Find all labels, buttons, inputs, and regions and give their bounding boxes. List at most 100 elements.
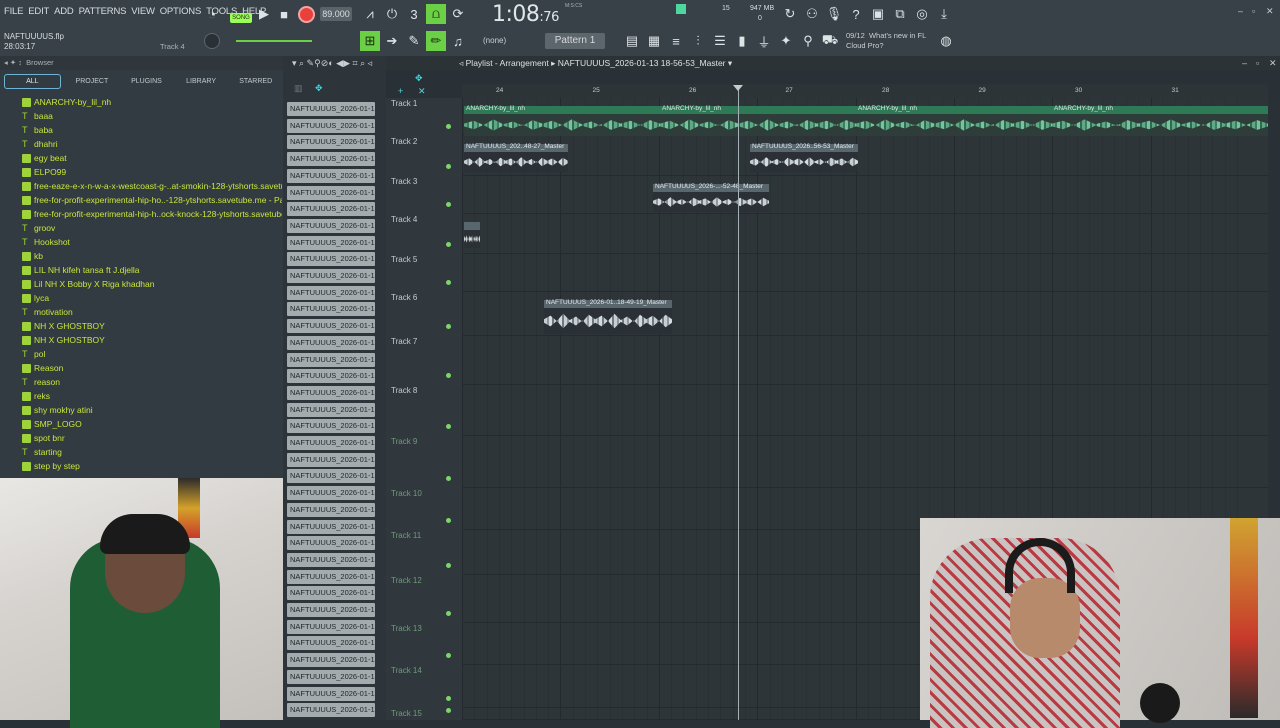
- plug-icon[interactable]: ⏚: [754, 31, 774, 51]
- audio-clip[interactable]: NAFTUUUUS_2026-...-52-48_Master: [653, 183, 769, 212]
- track-label[interactable]: Track 12: [391, 576, 422, 585]
- tab-plugins[interactable]: PLUGINS: [119, 78, 174, 85]
- menu-file[interactable]: FILE: [4, 6, 23, 17]
- channel-button[interactable]: NAFTUUUUS_2026-01-13...: [287, 102, 375, 116]
- loop-record-icon[interactable]: ⟳: [448, 4, 468, 24]
- track-label[interactable]: Track 14: [391, 666, 422, 675]
- browser-item[interactable]: LIL NH kifeh tansa ft J.djella: [22, 263, 282, 277]
- track-mute-led[interactable]: [446, 518, 451, 523]
- track-mute-led[interactable]: [446, 696, 451, 701]
- channel-button[interactable]: NAFTUUUUS_2026-01-13...: [287, 118, 375, 133]
- audio-clip[interactable]: NAFTUUUUS_202..48-27_Master: [464, 143, 568, 172]
- browser-item[interactable]: spot bnr: [22, 431, 282, 445]
- channel-button[interactable]: NAFTUUUUS_2026-01-13...: [287, 252, 375, 267]
- pencil-icon[interactable]: ✏: [426, 31, 446, 51]
- channel-button[interactable]: NAFTUUUUS_2026-01-13...: [287, 486, 375, 501]
- master-volume-slider[interactable]: [236, 40, 312, 42]
- channel-button[interactable]: NAFTUUUUS_2026-01-13...: [287, 402, 375, 417]
- link-icon[interactable]: ⚲: [798, 31, 818, 51]
- track-mute-led[interactable]: [446, 280, 451, 285]
- stop-icon[interactable]: ■: [274, 4, 294, 24]
- track-label[interactable]: Track 3: [391, 177, 417, 186]
- track-mute-led[interactable]: [446, 124, 451, 129]
- channel-button[interactable]: NAFTUUUUS_2026-01-13...: [287, 269, 375, 283]
- arrow-right-icon[interactable]: ➔: [382, 31, 402, 51]
- track-mute-led[interactable]: [446, 611, 451, 616]
- browser-item[interactable]: reks: [22, 389, 282, 403]
- news-panel[interactable]: 09/12 What's new in FL Cloud Pro?: [846, 31, 926, 51]
- wait-input-icon[interactable]: ⏻: [382, 4, 402, 24]
- brush-icon[interactable]: ✎: [404, 31, 424, 51]
- tab-library[interactable]: LIBRARY: [174, 78, 229, 85]
- zoom-icon[interactable]: ✥: [415, 73, 423, 84]
- maximize-icon[interactable]: ▫: [1252, 6, 1255, 16]
- song-mode-toggle[interactable]: SONG: [230, 13, 252, 23]
- browser-item[interactable]: Tgroov: [22, 221, 282, 235]
- browser-item[interactable]: lyca: [22, 291, 282, 305]
- browser-item[interactable]: ANARCHY-by_lil_nh: [22, 95, 282, 109]
- snap-icon[interactable]: ⊞: [360, 31, 380, 51]
- channel-button[interactable]: NAFTUUUUS_2026-01-13...: [287, 469, 375, 484]
- track-mute-led[interactable]: [446, 242, 451, 247]
- channel-button[interactable]: NAFTUUUUS_2026-01-13...: [287, 619, 375, 634]
- track-mute-led[interactable]: [446, 653, 451, 658]
- wand-icon[interactable]: ✦: [776, 31, 796, 51]
- channel-button[interactable]: NAFTUUUUS_2026-01-13...: [287, 302, 375, 317]
- record-button[interactable]: [298, 6, 315, 23]
- channel-button[interactable]: NAFTUUUUS_2026-01-13...: [287, 319, 375, 334]
- browser-icon[interactable]: ☰: [710, 31, 730, 51]
- channel-button[interactable]: NAFTUUUUS_2026-01-13...: [287, 586, 375, 601]
- remove-track-icon[interactable]: ✕: [418, 86, 426, 97]
- channel-button[interactable]: NAFTUUUUS_2026-01-13...: [287, 519, 375, 534]
- channel-button[interactable]: NAFTUUUUS_2026-01-13...: [287, 502, 375, 517]
- menu-patterns[interactable]: PATTERNS: [79, 6, 127, 17]
- channel-button[interactable]: NAFTUUUUS_2026-01-13...: [287, 536, 375, 551]
- audio-clip[interactable]: ANARCHY-by_lil_nh: [660, 105, 856, 136]
- browser-item[interactable]: kb: [22, 249, 282, 263]
- browser-item[interactable]: Lil NH X Bobby X Riga khadhan: [22, 277, 282, 291]
- audio-clip[interactable]: ANARCHY-by_lil_nh: [464, 105, 660, 136]
- playhead[interactable]: [738, 86, 739, 720]
- channel-button[interactable]: NAFTUUUUS_2026-01-13...: [287, 653, 375, 668]
- browser-item[interactable]: NH X GHOSTBOY: [22, 319, 282, 333]
- channel-rack-icon[interactable]: ≡: [666, 31, 686, 51]
- pattern-selector[interactable]: Pattern 1: [545, 33, 605, 49]
- save-icon[interactable]: ▣: [868, 4, 888, 24]
- track-label[interactable]: Track 5: [391, 255, 417, 264]
- help-icon[interactable]: ?: [846, 4, 866, 24]
- track-mute-led[interactable]: [446, 373, 451, 378]
- channel-button[interactable]: NAFTUUUUS_2026-01-13...: [287, 185, 375, 200]
- play-icon[interactable]: ▶: [254, 4, 274, 24]
- file-icon[interactable]: ▮: [732, 31, 752, 51]
- playhead-marker-icon[interactable]: [733, 85, 743, 91]
- channel-button[interactable]: NAFTUUUUS_2026-01-13...: [287, 669, 375, 684]
- bell-icon[interactable]: ♫: [448, 31, 468, 51]
- track-label[interactable]: Track 10: [391, 489, 422, 498]
- add-track-icon[interactable]: +: [398, 86, 403, 96]
- channel-button[interactable]: NAFTUUUUS_2026-01-13...: [287, 569, 375, 584]
- arrows-icon[interactable]: ✥: [315, 83, 323, 93]
- track-label[interactable]: Track 6: [391, 293, 417, 302]
- track-label[interactable]: Track 13: [391, 624, 422, 633]
- browser-item[interactable]: Tpol: [22, 347, 282, 361]
- tempo-display[interactable]: 89.000: [320, 7, 352, 21]
- channel-button[interactable]: NAFTUUUUS_2026-01-13...: [287, 152, 375, 167]
- channel-button[interactable]: NAFTUUUUS_2026-01-13...: [287, 436, 375, 450]
- playlist-close-icon[interactable]: ✕: [1269, 58, 1277, 69]
- browser-item[interactable]: Tdhahri: [22, 137, 282, 151]
- channel-button[interactable]: NAFTUUUUS_2026-01-13...: [287, 135, 375, 150]
- playlist-icon[interactable]: ▤: [622, 31, 642, 51]
- channel-button[interactable]: NAFTUUUUS_2026-01-13...: [287, 335, 375, 350]
- audio-clip[interactable]: [464, 222, 480, 248]
- browser-item[interactable]: NH X GHOSTBOY: [22, 333, 282, 347]
- channel-button[interactable]: NAFTUUUUS_2026-01-13...: [287, 369, 375, 384]
- track-label[interactable]: Track 9: [391, 437, 417, 446]
- channel-button[interactable]: NAFTUUUUS_2026-01-13...: [287, 235, 375, 250]
- channel-button[interactable]: NAFTUUUUS_2026-01-13...: [287, 202, 375, 217]
- track-mute-led[interactable]: [446, 164, 451, 169]
- track-mute-led[interactable]: [446, 476, 451, 481]
- plugin-icon[interactable]: ⧉: [890, 4, 910, 24]
- browser-item[interactable]: Treason: [22, 375, 282, 389]
- browser-item[interactable]: free-for-profit-experimental-hip-h..ock-…: [22, 207, 282, 221]
- download-icon[interactable]: ⤓: [934, 4, 954, 24]
